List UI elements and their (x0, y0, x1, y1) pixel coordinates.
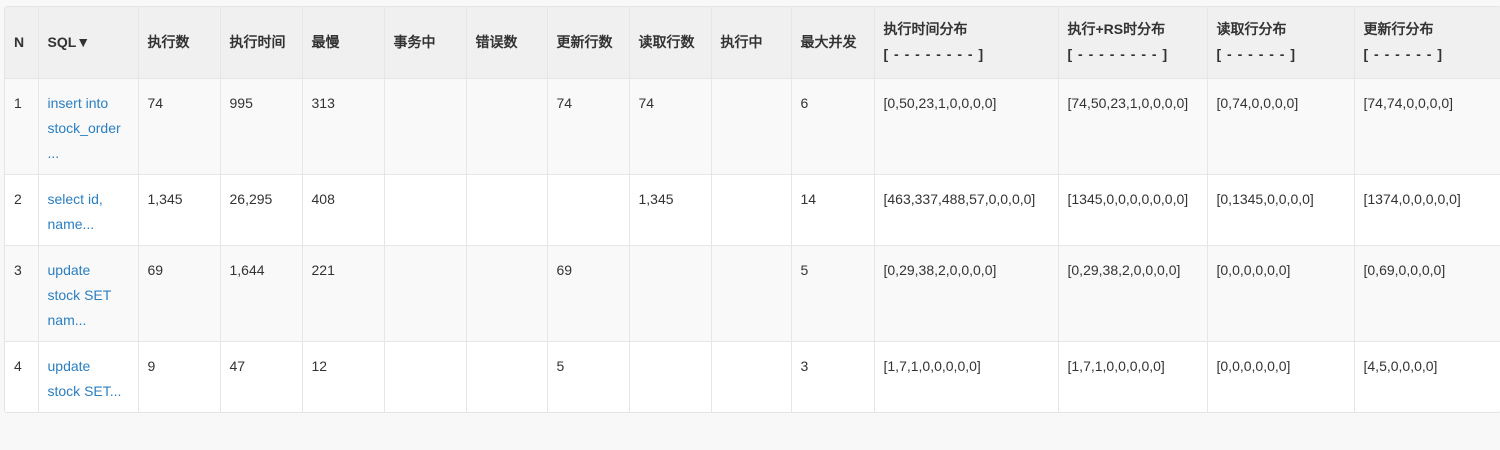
col-header-read-dist[interactable]: 读取行分布[ - - - - - - ] (1206, 7, 1354, 78)
col-header-exec-time-dist[interactable]: 执行时间分布[ - - - - - - - - ] (873, 7, 1058, 78)
cell-exec-count: 9 (137, 341, 220, 412)
cell-read-rows: 74 (628, 78, 711, 174)
header-row: N SQL▼ 执行数 执行时间 最慢 事务中 错误数 更新行数 读取行数 执行中… (5, 7, 1500, 78)
cell-read-rows: 1,345 (628, 174, 711, 245)
cell-exec-rs-dist: [74,50,23,1,0,0,0,0] (1057, 78, 1207, 174)
table-row: 4 update stock SET... 9 47 12 5 3 [1,7,1… (5, 341, 1500, 412)
sql-link[interactable]: insert into stock_order ... (48, 91, 129, 166)
cell-exec-count: 1,345 (137, 174, 220, 245)
col-header-update-rows[interactable]: 更新行数 (546, 7, 629, 78)
cell-in-txn (383, 174, 466, 245)
cell-n: 3 (14, 261, 22, 278)
cell-in-txn (383, 78, 466, 174)
cell-update-dist: [0,69,0,0,0,0] (1353, 245, 1500, 341)
cell-exec-time-dist: [0,50,23,1,0,0,0,0] (873, 78, 1058, 174)
col-header-exec-rs-dist[interactable]: 执行+RS时分布[ - - - - - - - - ] (1057, 7, 1207, 78)
cell-exec-time-dist: [0,29,38,2,0,0,0,0] (873, 245, 1058, 341)
cell-running (710, 174, 791, 245)
cell-update-dist: [74,74,0,0,0,0] (1353, 78, 1500, 174)
col-header-slowest[interactable]: 最慢 (301, 7, 384, 78)
cell-slowest: 221 (301, 245, 384, 341)
col-header-running[interactable]: 执行中 (710, 7, 791, 78)
cell-sql: update stock SET nam... (37, 245, 138, 341)
cell-running (710, 78, 791, 174)
col-header-read-rows[interactable]: 读取行数 (628, 7, 711, 78)
cell-exec-time-dist: [1,7,1,0,0,0,0,0] (873, 341, 1058, 412)
cell-update-rows: 69 (546, 245, 629, 341)
col-header-exec-count[interactable]: 执行数 (137, 7, 220, 78)
cell-errors (465, 78, 547, 174)
cell-n: 1 (14, 94, 22, 111)
cell-errors (465, 245, 547, 341)
cell-n: 2 (14, 190, 22, 207)
cell-update-rows: 74 (546, 78, 629, 174)
cell-exec-time: 1,644 (219, 245, 302, 341)
cell-in-txn (383, 341, 466, 412)
col-header-max-concurrent[interactable]: 最大并发 (790, 7, 874, 78)
col-header-exec-time[interactable]: 执行时间 (219, 7, 302, 78)
sql-link[interactable]: select id, name... (48, 187, 129, 237)
sql-stat-table: N SQL▼ 执行数 执行时间 最慢 事务中 错误数 更新行数 读取行数 执行中… (5, 7, 1500, 412)
cell-exec-rs-dist: [1345,0,0,0,0,0,0,0] (1057, 174, 1207, 245)
cell-exec-time: 995 (219, 78, 302, 174)
cell-exec-time-dist: [463,337,488,57,0,0,0,0] (873, 174, 1058, 245)
cell-sql: insert into stock_order ... (37, 78, 138, 174)
col-header-in-txn[interactable]: 事务中 (383, 7, 466, 78)
cell-exec-time: 47 (219, 341, 302, 412)
cell-sql: update stock SET... (37, 341, 138, 412)
col-header-sql[interactable]: SQL▼ (37, 7, 138, 78)
col-header-n[interactable]: N (5, 7, 38, 78)
cell-n: 4 (14, 357, 22, 374)
cell-exec-count: 74 (137, 78, 220, 174)
col-header-errors[interactable]: 错误数 (465, 7, 547, 78)
table-row: 2 select id, name... 1,345 26,295 408 1,… (5, 174, 1500, 245)
cell-update-dist: [4,5,0,0,0,0] (1353, 341, 1500, 412)
cell-read-dist: [0,0,0,0,0,0] (1206, 341, 1354, 412)
cell-read-dist: [0,1345,0,0,0,0] (1206, 174, 1354, 245)
cell-running (710, 245, 791, 341)
cell-exec-time: 26,295 (219, 174, 302, 245)
cell-errors (465, 341, 547, 412)
cell-exec-rs-dist: [1,7,1,0,0,0,0,0] (1057, 341, 1207, 412)
table-row: 1 insert into stock_order ... 74 995 313… (5, 78, 1500, 174)
cell-update-rows (546, 174, 629, 245)
cell-slowest: 408 (301, 174, 384, 245)
cell-exec-rs-dist: [0,29,38,2,0,0,0,0] (1057, 245, 1207, 341)
cell-running (710, 341, 791, 412)
cell-max-concurrent: 5 (790, 245, 874, 341)
cell-update-dist: [1374,0,0,0,0,0] (1353, 174, 1500, 245)
col-header-update-dist[interactable]: 更新行分布[ - - - - - - ] (1353, 7, 1500, 78)
cell-read-rows (628, 341, 711, 412)
cell-max-concurrent: 3 (790, 341, 874, 412)
cell-read-rows (628, 245, 711, 341)
cell-sql: select id, name... (37, 174, 138, 245)
cell-exec-count: 69 (137, 245, 220, 341)
cell-errors (465, 174, 547, 245)
cell-read-dist: [0,74,0,0,0,0] (1206, 78, 1354, 174)
table-row: 3 update stock SET nam... 69 1,644 221 6… (5, 245, 1500, 341)
cell-slowest: 12 (301, 341, 384, 412)
sql-link[interactable]: update stock SET... (48, 354, 129, 404)
cell-max-concurrent: 6 (790, 78, 874, 174)
cell-update-rows: 5 (546, 341, 629, 412)
cell-read-dist: [0,0,0,0,0,0] (1206, 245, 1354, 341)
sql-link[interactable]: update stock SET nam... (48, 258, 129, 333)
sql-stat-table-panel: N SQL▼ 执行数 执行时间 最慢 事务中 错误数 更新行数 读取行数 执行中… (4, 6, 1500, 413)
cell-in-txn (383, 245, 466, 341)
cell-slowest: 313 (301, 78, 384, 174)
cell-max-concurrent: 14 (790, 174, 874, 245)
